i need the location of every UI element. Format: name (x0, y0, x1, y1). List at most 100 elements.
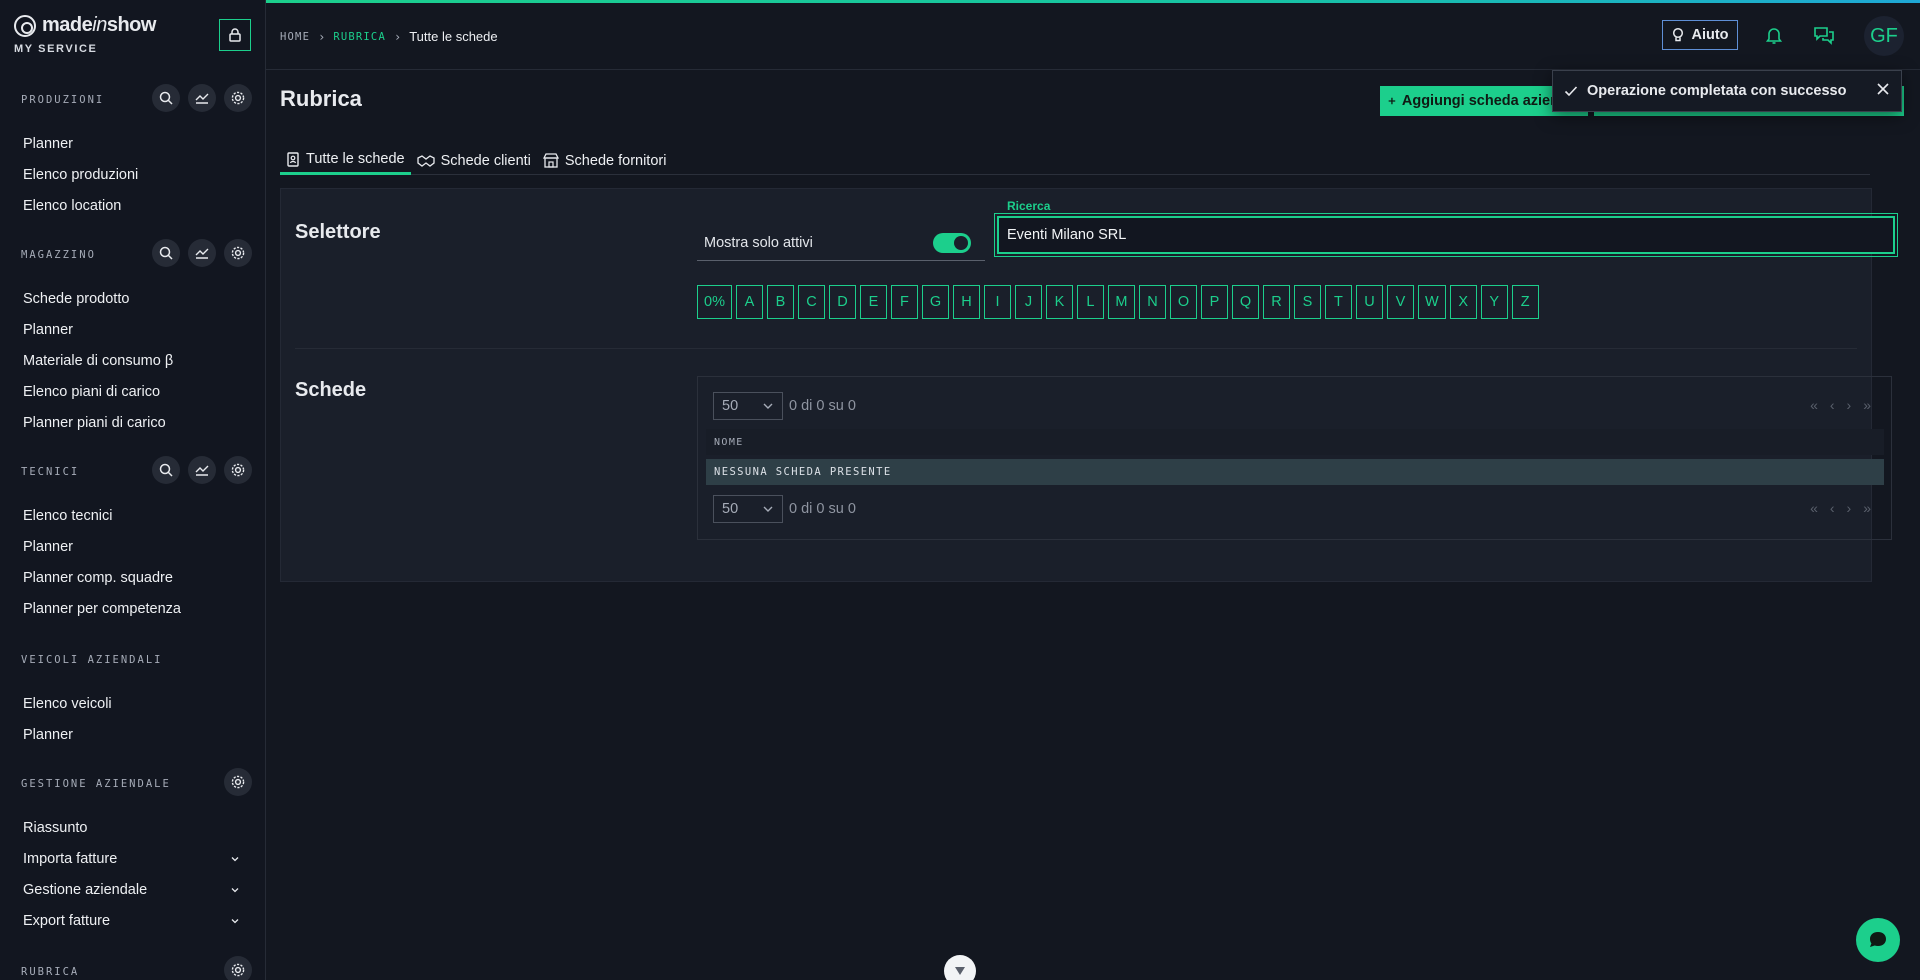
letter-filter-s[interactable]: S (1293, 285, 1321, 319)
user-avatar[interactable]: GF (1864, 16, 1904, 56)
sidebar-item-planner-competenza[interactable]: Planner per competenza (0, 593, 265, 624)
sidebar-item-elenco-veicoli[interactable]: Elenco veicoli (0, 688, 265, 719)
close-icon[interactable] (1873, 79, 1893, 99)
letter-filter-f[interactable]: F (890, 285, 918, 319)
trending-up-icon (195, 93, 209, 104)
letter-filter-q[interactable]: Q (1231, 285, 1259, 319)
tab-schede-clienti[interactable]: Schede clienti (411, 146, 537, 175)
letter-filter-m[interactable]: M (1107, 285, 1135, 319)
brand-logo-icon (14, 14, 36, 37)
sidebar-item-elenco-produzioni[interactable]: Elenco produzioni (0, 159, 265, 190)
sidebar-item-elenco-piani-carico[interactable]: Elenco piani di carico (0, 376, 265, 407)
column-header-name[interactable]: NOME (714, 437, 744, 448)
pager-nav-bottom: « ‹ › » (1810, 500, 1871, 516)
next-page-icon[interactable]: › (1847, 397, 1852, 413)
alphabet-filter: 0% A B C D E F G H I J K L M N O P Q R S… (697, 285, 1539, 319)
sidebar-item-planner[interactable]: Planner (0, 719, 265, 750)
letter-filter-i[interactable]: I (983, 285, 1011, 319)
sidebar-section-magazzino: MAGAZZINO Schede prodotto Planner Materi… (0, 237, 265, 438)
table-header: NOME (706, 429, 1884, 455)
letter-filter-e[interactable]: E (859, 285, 887, 319)
first-page-icon[interactable]: « (1810, 500, 1818, 516)
prev-page-icon[interactable]: ‹ (1830, 397, 1835, 413)
sidebar-item-planner-comp-squadre[interactable]: Planner comp. squadre (0, 562, 265, 593)
settings-produzioni-button[interactable] (224, 84, 252, 112)
gear-icon (231, 246, 245, 260)
scroll-down-button[interactable] (944, 955, 976, 980)
breadcrumb-separator: › (318, 29, 326, 44)
page-size-select[interactable]: 50 (713, 392, 783, 420)
search-magazzino-button[interactable] (152, 239, 180, 267)
tab-tutte-le-schede[interactable]: Tutte le schede (280, 146, 411, 175)
settings-magazzino-button[interactable] (224, 239, 252, 267)
top-header: HOME › RUBRICA › Tutte le schede Aiuto G… (266, 3, 1920, 70)
letter-filter-a[interactable]: A (735, 285, 763, 319)
breadcrumb-home[interactable]: HOME (280, 31, 310, 43)
letter-filter-percent[interactable]: 0% (697, 285, 732, 319)
stats-produzioni-button[interactable] (188, 84, 216, 112)
section-title: RUBRICA (21, 966, 80, 978)
sidebar-item-importa-fatture[interactable]: Importa fatture (0, 843, 265, 874)
plus-icon (1388, 97, 1396, 105)
letter-filter-w[interactable]: W (1417, 285, 1446, 319)
letter-filter-h[interactable]: H (952, 285, 980, 319)
brand[interactable]: madeinshow MY SERVICE (14, 14, 156, 55)
letter-filter-l[interactable]: L (1076, 285, 1104, 319)
search-tecnici-button[interactable] (152, 456, 180, 484)
next-page-icon[interactable]: › (1847, 500, 1852, 516)
active-only-switch[interactable] (933, 233, 971, 253)
sidebar-item-elenco-tecnici[interactable]: Elenco tecnici (0, 500, 265, 531)
first-page-icon[interactable]: « (1810, 397, 1818, 413)
last-page-icon[interactable]: » (1863, 500, 1871, 516)
letter-filter-p[interactable]: P (1200, 285, 1228, 319)
letter-filter-v[interactable]: V (1386, 285, 1414, 319)
letter-filter-n[interactable]: N (1138, 285, 1166, 319)
letter-filter-g[interactable]: G (921, 285, 949, 319)
tab-schede-fornitori[interactable]: Schede fornitori (537, 146, 673, 175)
gear-icon (231, 775, 245, 789)
page-size-select[interactable]: 50 (713, 495, 783, 523)
letter-filter-k[interactable]: K (1045, 285, 1073, 319)
letter-filter-j[interactable]: J (1014, 285, 1042, 319)
bell-icon[interactable] (1762, 23, 1786, 47)
section-title: MAGAZZINO (21, 249, 96, 261)
sidebar-item-planner[interactable]: Planner (0, 314, 265, 345)
sidebar-item-planner[interactable]: Planner (0, 128, 265, 159)
sidebar-item-elenco-location[interactable]: Elenco location (0, 190, 265, 221)
letter-filter-c[interactable]: C (797, 285, 825, 319)
sidebar-item-planner-piani-carico[interactable]: Planner piani di carico (0, 407, 265, 438)
settings-gestione-button[interactable] (224, 768, 252, 796)
stats-tecnici-button[interactable] (188, 456, 216, 484)
last-page-icon[interactable]: » (1863, 397, 1871, 413)
sidebar-item-riassunto[interactable]: Riassunto (0, 812, 265, 843)
settings-tecnici-button[interactable] (224, 456, 252, 484)
chevron-down-icon (763, 403, 773, 409)
sidebar-item-materiale-consumo[interactable]: Materiale di consumo β (0, 345, 265, 376)
sidebar-item-schede-prodotto[interactable]: Schede prodotto (0, 283, 265, 314)
settings-rubrica-button[interactable] (224, 956, 252, 980)
breadcrumb-rubrica[interactable]: RUBRICA (333, 31, 386, 43)
sidebar-item-planner[interactable]: Planner (0, 531, 265, 562)
prev-page-icon[interactable]: ‹ (1830, 500, 1835, 516)
search-input[interactable] (994, 213, 1898, 257)
sidebar-section-tecnici: TECNICI Elenco tecnici Planner Planner c… (0, 454, 265, 624)
letter-filter-t[interactable]: T (1324, 285, 1352, 319)
letter-filter-b[interactable]: B (766, 285, 794, 319)
gear-icon (231, 963, 245, 977)
stats-magazzino-button[interactable] (188, 239, 216, 267)
sidebar-item-export-fatture[interactable]: Export fatture (0, 905, 265, 936)
letter-filter-z[interactable]: Z (1511, 285, 1539, 319)
toast-message: Operazione completata con successo (1587, 83, 1847, 99)
letter-filter-u[interactable]: U (1355, 285, 1383, 319)
lock-sidebar-button[interactable] (219, 19, 251, 51)
support-chat-button[interactable] (1856, 918, 1900, 962)
search-produzioni-button[interactable] (152, 84, 180, 112)
help-button[interactable]: Aiuto (1662, 20, 1738, 50)
sidebar-item-gestione-aziendale[interactable]: Gestione aziendale (0, 874, 265, 905)
letter-filter-y[interactable]: Y (1480, 285, 1508, 319)
letter-filter-x[interactable]: X (1449, 285, 1477, 319)
letter-filter-o[interactable]: O (1169, 285, 1197, 319)
chat-bubbles-icon[interactable] (1812, 23, 1836, 47)
letter-filter-r[interactable]: R (1262, 285, 1290, 319)
letter-filter-d[interactable]: D (828, 285, 856, 319)
